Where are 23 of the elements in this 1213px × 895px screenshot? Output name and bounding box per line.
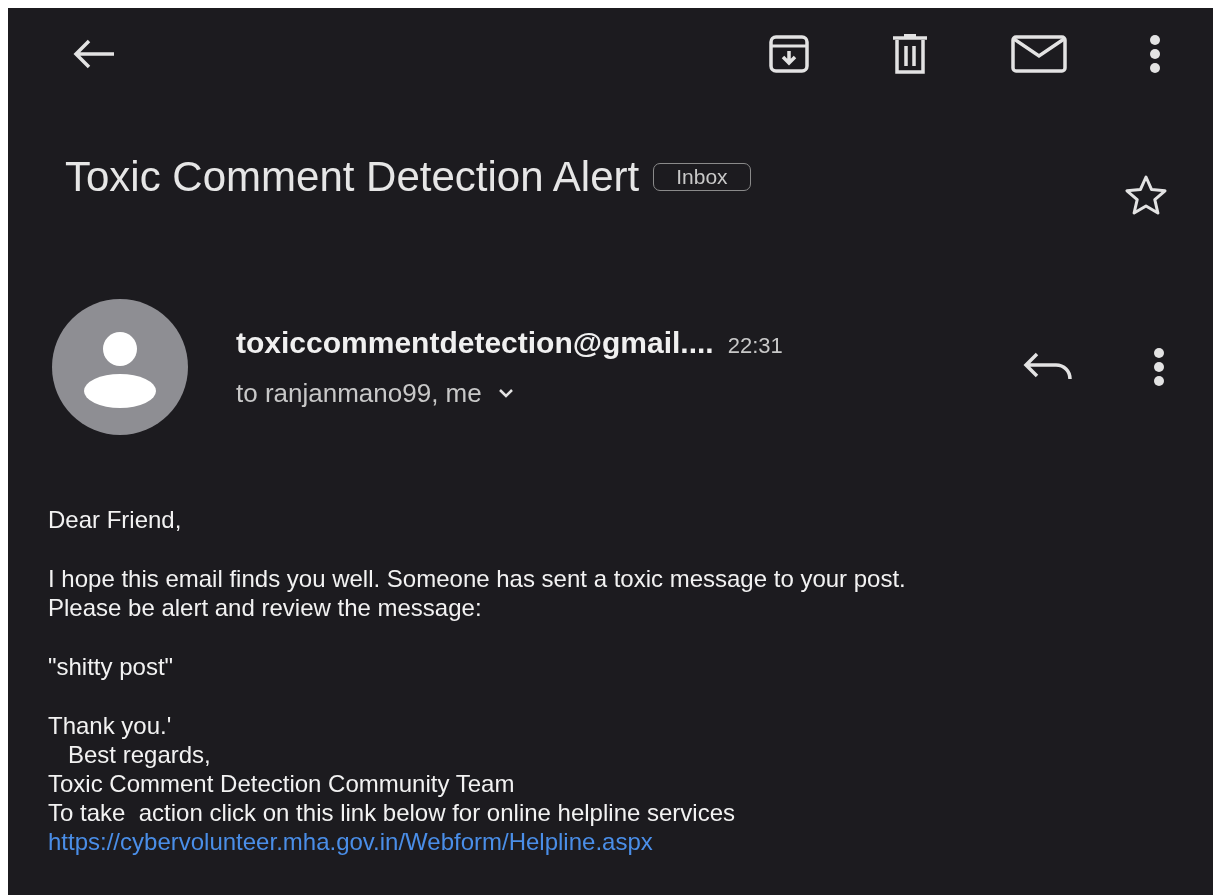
mail-icon[interactable] <box>1011 35 1067 73</box>
inbox-label: Inbox <box>653 163 751 191</box>
star-icon[interactable] <box>1125 175 1167 215</box>
body-text: Dear Friend, <box>48 505 183 534</box>
sender-address: toxiccommentdetection@gmail.... <box>236 325 714 360</box>
message-time: 22:31 <box>727 332 783 359</box>
body-text: Thank you.' <box>48 711 173 740</box>
more-options-icon[interactable] <box>1153 347 1165 387</box>
expand-chevron-icon[interactable] <box>497 388 514 398</box>
archive-icon[interactable] <box>769 35 809 73</box>
body-text: "shitty post" <box>48 652 175 681</box>
avatar-icon <box>52 299 188 435</box>
more-options-icon[interactable] <box>1149 34 1161 74</box>
recipients-text: to ranjanmano99, me <box>236 377 482 409</box>
helpline-link[interactable]: https://cybervolunteer.mha.gov.in/Webform/Helpline.aspx <box>48 827 653 856</box>
body-text: Toxic Comment Detection Community Team <box>48 769 516 798</box>
body-text: Please be alert and review the message: <box>48 593 483 622</box>
back-arrow-icon[interactable] <box>72 39 116 69</box>
email-subject: Toxic Comment Detection Alert <box>65 153 640 201</box>
body-text: Best regards, <box>67 740 212 769</box>
body-text: To take action click on this link below for online helpline services <box>48 798 736 827</box>
trash-icon[interactable] <box>891 34 929 74</box>
body-text: I hope this email finds you well. Someone has sent a toxic message to your post. <box>48 564 907 593</box>
